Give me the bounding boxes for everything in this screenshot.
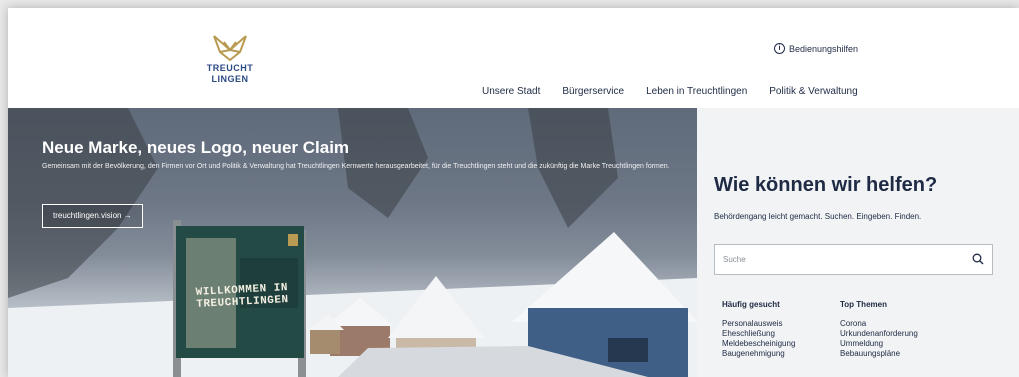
frequent-link[interactable]: Baugenehmigung: [722, 349, 795, 359]
nav-item-leben-in-treuchtlingen[interactable]: Leben in Treuchtlingen: [646, 86, 747, 97]
main-nav: Unsere Stadt Bürgerservice Leben in Treu…: [482, 86, 858, 97]
topic-link[interactable]: Urkundenanforderung: [840, 329, 918, 339]
frequent-link[interactable]: Eheschließung: [722, 329, 795, 339]
vision-link-button[interactable]: treuchtlingen.vision →: [42, 204, 143, 228]
page-frame: TREUCHT LINGEN i Bedienungshilfen Unsere…: [8, 8, 1019, 377]
nav-item-unsere-stadt[interactable]: Unsere Stadt: [482, 86, 540, 97]
search-box: [714, 244, 993, 275]
help-subtitle: Behördengang leicht gemacht. Suchen. Ein…: [714, 212, 922, 221]
hero-description: Gemeinsam mit der Bevölkerung, den Firme…: [42, 163, 670, 170]
help-panel: Wie können wir helfen? Behördengang leic…: [697, 108, 1019, 377]
logo-wordmark-line-1: TREUCHT: [206, 63, 254, 73]
hero-title: Neue Marke, neues Logo, neuer Claim: [42, 138, 350, 157]
site-logo[interactable]: TREUCHT LINGEN: [195, 34, 265, 84]
search-input[interactable]: [723, 245, 963, 274]
accessibility-icon: i: [774, 43, 785, 54]
logo-wordmark-line-2: LINGEN: [211, 74, 249, 84]
top-topics: Top Themen Corona Urkundenanforderung Um…: [840, 300, 918, 359]
accessibility-link[interactable]: i Bedienungshilfen: [774, 43, 858, 54]
frequent-link[interactable]: Meldebescheinigung: [722, 339, 795, 349]
topics-heading: Top Themen: [840, 300, 887, 309]
site-header: TREUCHT LINGEN i Bedienungshilfen Unsere…: [8, 8, 1019, 108]
nav-item-buergerservice[interactable]: Bürgerservice: [562, 86, 624, 97]
help-title: Wie können wir helfen?: [714, 174, 938, 196]
hero-banner: WILLKOMMEN IN TREUCHTLINGEN Neue Marke, …: [8, 108, 697, 377]
frequent-link[interactable]: Personalausweis: [722, 319, 795, 329]
fox-logo-icon: [213, 35, 247, 61]
topic-link[interactable]: Bebauungspläne: [840, 349, 918, 359]
frequent-searches: Häufig gesucht Personalausweis Eheschlie…: [722, 300, 795, 359]
topic-link[interactable]: Corona: [840, 319, 918, 329]
frequent-heading: Häufig gesucht: [722, 300, 780, 309]
accessibility-label: Bedienungshilfen: [789, 43, 859, 54]
nav-item-politik-verwaltung[interactable]: Politik & Verwaltung: [769, 86, 857, 97]
search-icon[interactable]: [972, 253, 984, 265]
topic-link[interactable]: Ummeldung: [840, 339, 918, 349]
